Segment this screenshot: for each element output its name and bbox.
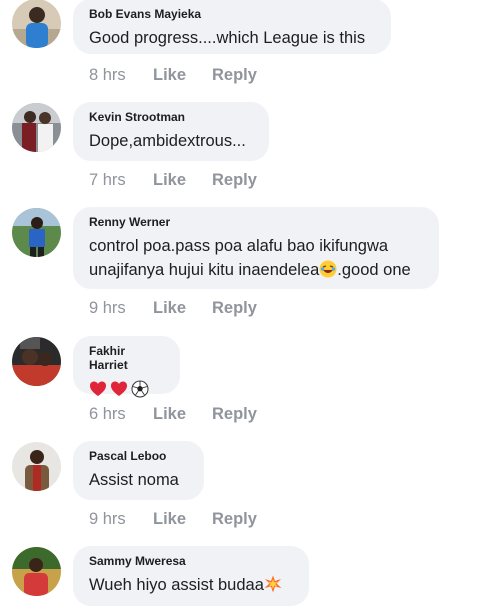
comment-author[interactable]: Renny Werner bbox=[89, 215, 423, 229]
comment-text: Wueh hiyo assist budaa bbox=[89, 573, 293, 597]
comment-text: Good progress....which League is this bbox=[89, 29, 366, 47]
reply-button[interactable]: Reply bbox=[212, 170, 257, 190]
comment-text: Assist noma bbox=[89, 471, 179, 489]
reply-button[interactable]: Reply bbox=[212, 298, 257, 318]
comment-time[interactable]: 9 hrs bbox=[89, 509, 126, 529]
comment-text-line: control poa.pass poa alafu bao ikifungwa bbox=[89, 237, 389, 255]
avatar[interactable] bbox=[12, 208, 61, 257]
reply-button[interactable]: Reply bbox=[212, 509, 257, 529]
comment-text-part: Wueh hiyo assist budaa bbox=[89, 576, 264, 594]
comment-bubble: Pascal Leboo Assist noma bbox=[73, 441, 204, 500]
comment-author[interactable]: Bob Evans Mayieka bbox=[89, 7, 375, 21]
comment-bubble: Fakhir Harriet bbox=[73, 336, 180, 398]
reply-button[interactable]: Reply bbox=[212, 404, 257, 424]
comment-text-part: .good one bbox=[337, 261, 411, 279]
like-button[interactable]: Like bbox=[153, 298, 186, 318]
like-button[interactable]: Like bbox=[153, 509, 186, 529]
like-button[interactable]: Like bbox=[153, 404, 186, 424]
reply-button[interactable]: Reply bbox=[212, 65, 257, 85]
comment-time[interactable]: 7 hrs bbox=[89, 170, 126, 190]
comment-bubble: Kevin Strootman Dope,ambidextrous... bbox=[73, 102, 269, 161]
avatar[interactable] bbox=[12, 103, 61, 152]
comment-time[interactable]: 6 hrs bbox=[89, 404, 126, 424]
comment-bubble: Renny Werner control poa.pass poa alafu … bbox=[73, 207, 439, 289]
comment-author[interactable]: Sammy Mweresa bbox=[89, 554, 293, 568]
comment-author[interactable]: Fakhir Harriet bbox=[89, 344, 164, 372]
collision-icon bbox=[264, 575, 282, 593]
comment-bubble: Sammy Mweresa Wueh hiyo assist budaa bbox=[73, 546, 309, 606]
avatar[interactable] bbox=[12, 0, 61, 48]
comment-text: Dope,ambidextrous... bbox=[89, 132, 246, 150]
like-button[interactable]: Like bbox=[153, 170, 186, 190]
comment-text-part: unajifanya hujui kitu inaendelea bbox=[89, 261, 320, 279]
comment-text: control poa.pass poa alafu bao ikifungwa… bbox=[89, 234, 423, 282]
soccer-ball-icon bbox=[131, 380, 149, 398]
comment-bubble: Bob Evans Mayieka Good progress....which… bbox=[73, 0, 391, 54]
comment-text-line: unajifanya hujui kitu inaendelea .good on… bbox=[89, 258, 423, 282]
avatar[interactable] bbox=[12, 442, 61, 491]
red-heart-icon bbox=[110, 380, 128, 398]
avatar[interactable] bbox=[12, 547, 61, 596]
red-heart-icon bbox=[89, 380, 107, 398]
comment-author[interactable]: Kevin Strootman bbox=[89, 110, 253, 124]
like-button[interactable]: Like bbox=[153, 65, 186, 85]
comment-author[interactable]: Pascal Leboo bbox=[89, 449, 188, 463]
avatar[interactable] bbox=[12, 337, 61, 386]
laughing-face-icon bbox=[319, 260, 337, 278]
comment-time[interactable]: 9 hrs bbox=[89, 298, 126, 318]
comment-time[interactable]: 8 hrs bbox=[89, 65, 126, 85]
comment-text bbox=[89, 377, 164, 402]
